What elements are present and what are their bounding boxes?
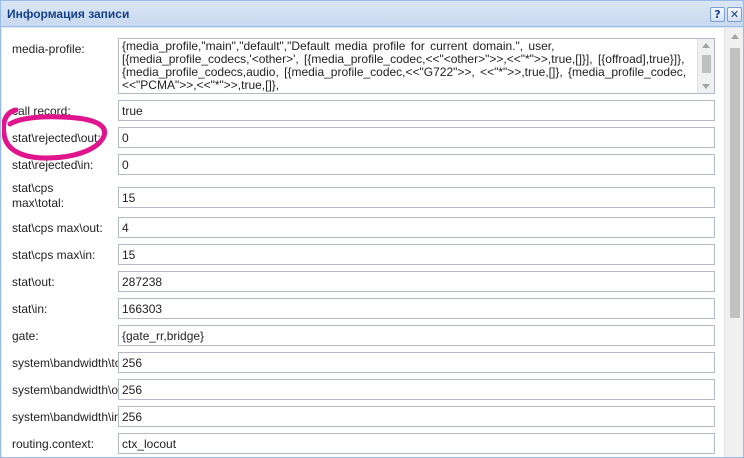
media-profile-textarea[interactable]: {media_profile,"main","default","Default… — [118, 38, 715, 94]
field-input[interactable]: {gate_rr,bridge} — [118, 325, 715, 346]
field-label: call record: — [12, 104, 71, 118]
form-scrollbar[interactable] — [724, 28, 743, 457]
close-button[interactable]: ✕ — [727, 7, 742, 22]
field-label: media-profile: — [12, 42, 85, 56]
field-label: stat\rejected\in: — [12, 158, 94, 172]
scroll-down-arrow-icon[interactable] — [702, 84, 710, 89]
form-row: gate: {gate_rr,bridge} — [2, 323, 724, 350]
field-input[interactable]: 15 — [118, 187, 715, 208]
field-label: stat\cps max\total: — [12, 181, 65, 210]
form-row: stat\cps max\total: 15 — [2, 179, 724, 215]
form-row: stat\cps max\in: 15 — [2, 242, 724, 269]
scroll-up-arrow-icon[interactable] — [702, 43, 710, 48]
field-input[interactable]: ctx_locout — [118, 433, 715, 454]
field-input[interactable]: 256 — [118, 379, 715, 400]
form-row: system\bandwidth\in: 256 — [2, 404, 724, 431]
field-label: system\bandwidth\total: — [12, 356, 118, 370]
field-input[interactable]: 287238 — [118, 271, 715, 292]
field-label: gate: — [12, 329, 39, 343]
window-titlebar[interactable]: Информация записи ? ✕ — [1, 1, 743, 27]
form-row-media-profile: media-profile: {media_profile,"main","de… — [2, 28, 724, 98]
form-row: routing.context: ctx_locout — [2, 431, 724, 457]
field-input[interactable]: 4 — [118, 217, 715, 238]
window-title: Информация записи — [7, 7, 130, 21]
form-row: stat\out: 287238 — [2, 269, 724, 296]
field-label: stat\rejected\out: — [12, 131, 101, 145]
form-row: stat\rejected\out: 0 — [2, 125, 724, 152]
record-info-window: Информация записи ? ✕ media-profile: {me… — [0, 0, 744, 458]
form-row: stat\in: 166303 — [2, 296, 724, 323]
field-input[interactable]: true — [118, 100, 715, 121]
media-profile-value: {media_profile,"main","default","Default… — [122, 39, 687, 92]
textarea-scroll-thumb[interactable] — [702, 55, 711, 73]
field-input[interactable]: 0 — [118, 127, 715, 148]
field-label: stat\in: — [12, 302, 48, 316]
scroll-up-arrow-icon[interactable] — [731, 34, 739, 39]
field-input[interactable]: 256 — [118, 406, 715, 427]
field-input[interactable]: 0 — [118, 154, 715, 175]
field-label: stat\out: — [12, 275, 55, 289]
form-body: media-profile: {media_profile,"main","de… — [2, 28, 743, 457]
form-row: system\bandwidth\total:256 — [2, 350, 724, 377]
form-row: stat\rejected\in: 0 — [2, 152, 724, 179]
textarea-scrollbar[interactable] — [697, 39, 714, 93]
field-label: system\bandwidth\out: — [12, 383, 118, 397]
field-input[interactable]: 15 — [118, 244, 715, 265]
field-input[interactable]: 256 — [118, 352, 715, 373]
help-button[interactable]: ? — [710, 7, 725, 22]
field-label: routing.context: — [12, 437, 95, 451]
field-label: stat\cps max\in: — [12, 248, 96, 262]
form-row: system\bandwidth\out:256 — [2, 377, 724, 404]
form-row: call record: true — [2, 98, 724, 125]
field-input[interactable]: 166303 — [118, 298, 715, 319]
field-label: stat\cps max\out: — [12, 221, 103, 235]
form-row: stat\cps max\out: 4 — [2, 215, 724, 242]
form-scroll-thumb[interactable] — [730, 48, 740, 318]
field-label: system\bandwidth\in: — [12, 410, 118, 424]
